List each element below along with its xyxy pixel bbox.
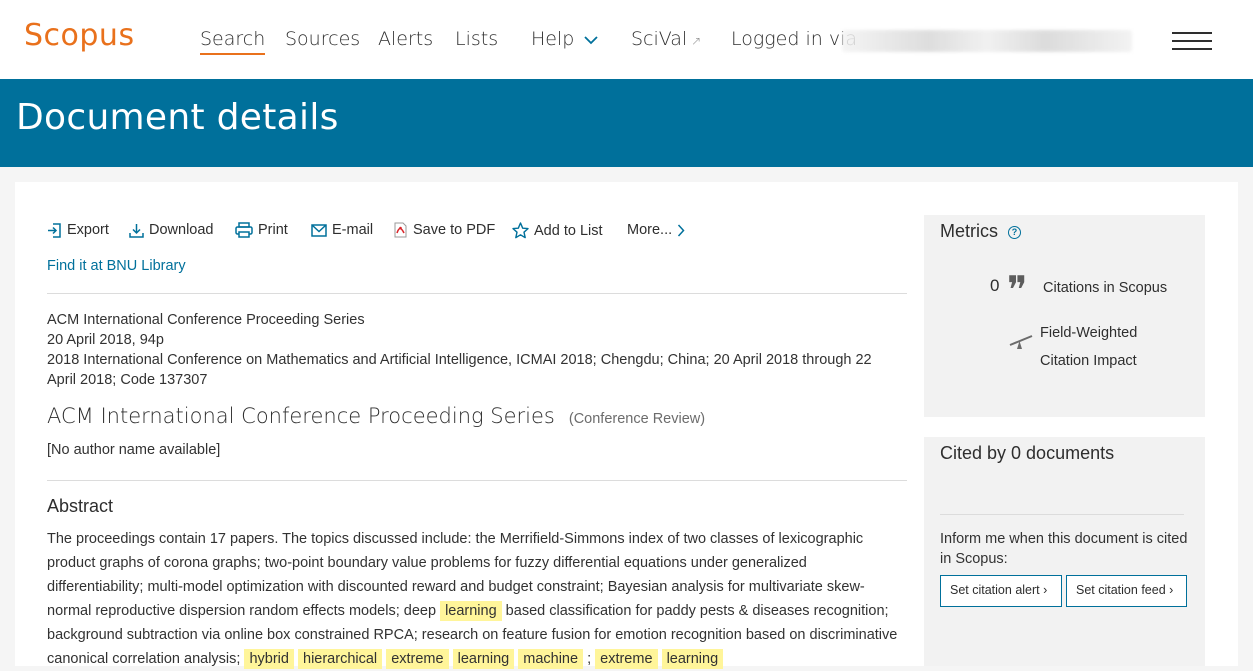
envelope-icon [311,223,327,237]
set-citation-feed-button[interactable]: Set citation feed › [1066,575,1187,607]
printer-icon [235,222,253,238]
divider [47,480,907,481]
nav-help-label: Help [531,28,575,50]
keyword-highlight: extreme [595,649,658,669]
keyword-highlight: learning [452,649,515,669]
star-icon [512,222,529,239]
external-link-icon: ↗ [691,34,702,48]
chevron-down-icon [584,35,599,44]
chevron-right-icon [678,223,685,237]
citation-alert-info: Inform me when this document is cited in… [940,531,1188,567]
set-citation-feed-label: Set citation feed [1076,583,1166,597]
keyword-highlight: hierarchical [298,649,383,669]
keyword-highlight: learning [440,601,502,621]
abstract-text: The proceedings contain 17 papers. The t… [47,527,907,671]
conference-info-line2: April 2018; Code 137307 [47,372,208,388]
pdf-icon [394,222,407,238]
login-status: Logged in via [731,28,857,50]
divider [47,293,907,294]
email-label: E-mail [332,222,374,238]
more-button[interactable]: More... [627,222,685,238]
abstract-heading: Abstract [47,496,114,516]
save-to-pdf-label: Save to PDF [413,222,496,238]
author-list: [No author name available] [47,442,221,458]
add-to-list-label: Add to List [534,222,603,239]
document-title-text: ACM International Conference Proceeding … [47,404,555,428]
metrics-heading: Metrics? [940,221,1021,242]
metrics-panel: Metrics? 0 ❞ Citations in Scopus Field-W… [924,215,1205,417]
print-button[interactable]: Print [235,222,288,238]
source-title[interactable]: ACM International Conference Proceeding … [47,310,365,330]
save-to-pdf-button[interactable]: Save to PDF [393,222,495,238]
download-label: Download [149,222,214,238]
citations-label: Citations in Scopus [1043,280,1168,296]
export-icon [48,222,61,238]
chevron-right-icon: › [1169,583,1174,597]
fwci-label: Field-Weighted Citation Impact [1040,319,1170,375]
page-title: Document details [16,97,339,138]
citation-count: 0 [990,276,1000,295]
download-button[interactable]: Download [129,222,214,238]
export-label: Export [67,222,109,238]
set-citation-alert-button[interactable]: Set citation alert › [940,575,1062,607]
institution-name-redacted [842,30,1132,52]
scopus-logo[interactable]: Scopus [24,18,135,53]
hamburger-menu-icon[interactable] [1172,32,1212,50]
find-at-library-link[interactable]: Find it at BNU Library [47,258,186,274]
more-label: More... [627,222,673,238]
nav-search[interactable]: Search [200,28,266,55]
nav-help[interactable]: Help [531,28,599,50]
keyword-highlight: extreme [386,649,449,669]
document-title: ACM International Conference Proceeding … [47,404,705,428]
nav-scival-label: SciVal [631,28,688,50]
quote-icon: ❞ [1007,268,1028,312]
set-citation-alert-label: Set citation alert [950,583,1040,597]
nav-alerts[interactable]: Alerts [378,28,433,50]
keyword-highlight: hybrid [244,649,294,669]
fwci-icon [1009,335,1033,349]
document-type: (Conference Review) [568,411,706,427]
fwci-label-line2: Citation Impact [1040,353,1137,369]
print-label: Print [258,222,288,238]
page-banner: Document details [0,79,1253,167]
keyword-highlight: machine [518,649,584,669]
chevron-right-icon: › [1043,583,1048,597]
download-icon [129,223,144,238]
cited-by-heading: Cited by 0 documents [940,443,1115,463]
date-pages: 20 April 2018, 94p [47,332,164,348]
nav-sources[interactable]: Sources [285,28,360,50]
export-button[interactable]: Export [47,222,109,238]
top-navigation-bar: Scopus Search Sources Alerts Lists Help … [0,0,1253,79]
nav-scival[interactable]: SciVal ↗ [631,28,701,50]
conference-info-line1: 2018 International Conference on Mathema… [47,352,872,368]
email-button[interactable]: E-mail [311,222,373,238]
abstract-segment: ; [583,651,596,667]
add-to-list-button[interactable]: Add to List [512,222,603,239]
divider [940,514,1184,515]
help-icon[interactable]: ? [1008,225,1021,239]
document-details-card: Export Download Print E-mail Save to PDF… [15,182,1238,669]
keyword-highlight: learning [661,649,724,669]
metrics-title: Metrics [940,221,998,241]
nav-lists[interactable]: Lists [455,28,498,50]
fwci-label-line1: Field-Weighted [1040,325,1138,341]
cited-by-panel: Cited by 0 documents Inform me when this… [924,437,1205,666]
